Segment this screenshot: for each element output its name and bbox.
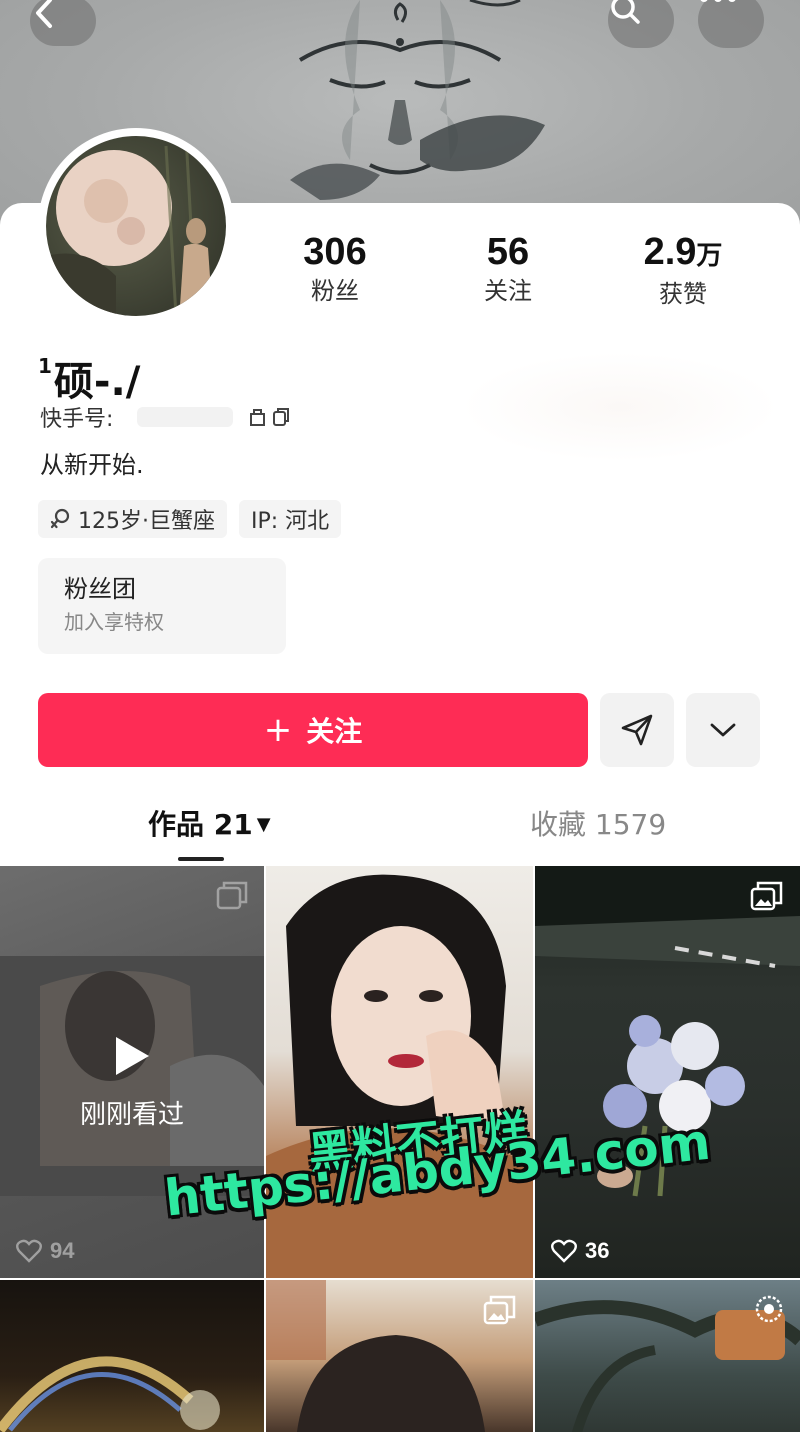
gallery-icon [750,881,783,911]
stat-label: 关注 [484,277,532,305]
tag-age-text: 125岁·巨蟹座 [78,509,215,534]
gender-icon [50,508,70,529]
tab-works-label: 作品 21 [148,808,253,841]
like-count-value: 36 [585,1238,610,1263]
fan-club-card[interactable]: 粉丝团 加入享特权 [38,558,286,654]
grid-item[interactable] [0,1280,264,1432]
grid-item[interactable]: 36 [535,866,800,1278]
fan-club-subtitle: 加入享特权 [64,610,164,634]
avatar-image [46,136,226,316]
user-id-row: 快手号: [40,400,291,434]
tag-ip-text: IP: 河北 [251,509,330,534]
plus-icon: + [263,710,293,750]
tab-favorites-label: 收藏 1579 [530,808,667,841]
stat-following[interactable]: 56 关注 [423,230,593,308]
bio: 从新开始. [40,451,144,479]
copy-icon[interactable] [247,406,291,428]
live-photo-icon [755,1295,783,1323]
chevron-left-icon [36,0,52,28]
send-icon [621,714,653,746]
more-button[interactable] [698,0,764,48]
heart-icon [16,1239,42,1263]
grid-item[interactable] [266,866,533,1278]
tab-works[interactable]: 作品 21 ▼ [148,800,271,850]
profile-tags: 125岁·巨蟹座 IP: 河北 [38,500,342,538]
recently-watched-label: 刚刚看过 [79,1099,184,1130]
like-count: 36 [551,1238,609,1264]
back-button[interactable] [30,0,96,46]
stat-label: 获赞 [659,280,707,308]
tag-age: 125岁·巨蟹座 [38,500,227,538]
grid-item[interactable] [266,1280,533,1432]
caret-down-icon: ▼ [256,814,271,835]
heart-icon [551,1239,577,1263]
gallery-icon [483,1295,516,1325]
redacted-area [460,352,780,462]
expand-button[interactable] [686,693,760,767]
content-tabs: 作品 21 ▼ 收藏 1579 [0,800,800,866]
search-icon [611,0,640,24]
user-id-label: 快手号: [40,407,114,432]
thumbnail-image [535,866,800,1197]
follow-label: 关注 [306,715,363,748]
follow-button[interactable]: + 关注 [38,693,588,767]
avatar[interactable] [38,128,234,324]
stat-unit: 万 [696,240,723,270]
thumbnail-image [0,1356,220,1432]
chevron-down-icon [710,723,736,737]
grid-item[interactable] [535,1280,800,1432]
nickname-superscript: 1 [38,354,52,378]
like-count-value: 94 [50,1238,75,1263]
message-button[interactable] [600,693,674,767]
search-button[interactable] [608,0,674,48]
tab-indicator [178,857,224,861]
thumbnail-image [266,874,533,1278]
stat-fans[interactable]: 306 粉丝 [250,230,420,308]
user-id-redacted [137,407,234,427]
tag-ip: IP: 河北 [239,500,342,538]
fan-club-title: 粉丝团 [64,575,136,603]
stat-value: 2.9 [643,231,697,273]
stat-value: 306 [303,231,367,273]
play-icon [116,1036,149,1075]
stat-likes[interactable]: 2.9万 获赞 [598,230,768,311]
like-count: 94 [16,1238,74,1264]
stat-label: 粉丝 [311,277,359,305]
tab-favorites[interactable]: 收藏 1579 [530,800,666,850]
nickname-text: 硕-./ [53,359,141,405]
more-dots-icon [700,0,736,2]
stat-value: 56 [486,231,530,273]
